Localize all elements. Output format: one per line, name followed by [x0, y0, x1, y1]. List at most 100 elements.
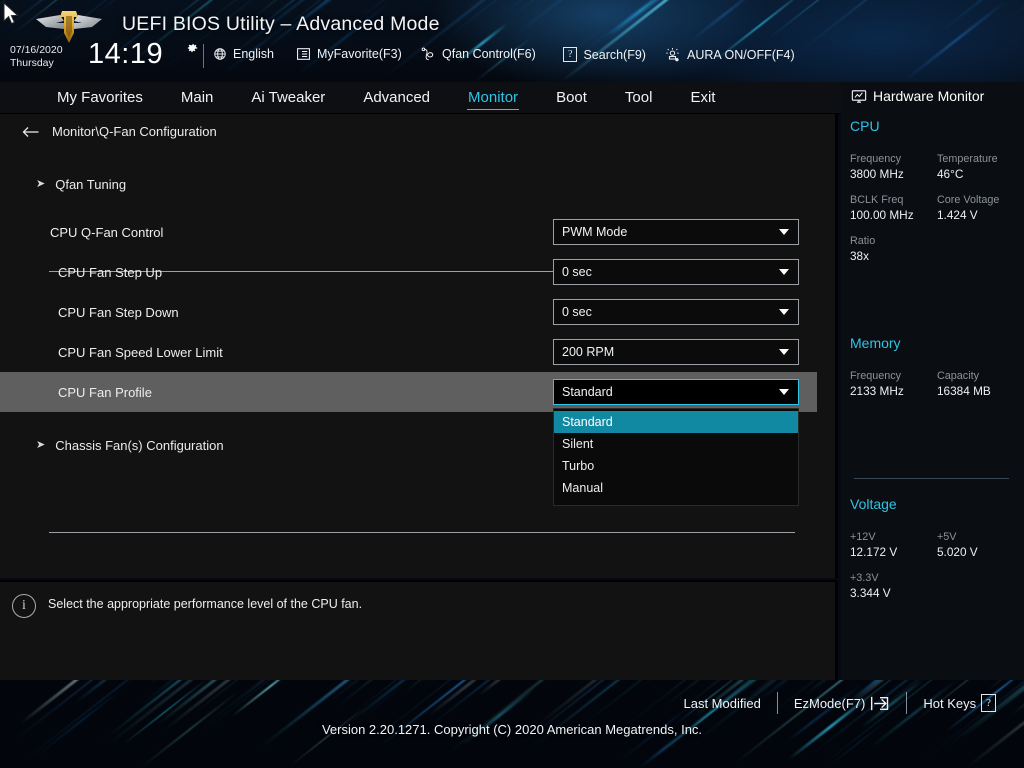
mouse-pointer: [3, 2, 19, 25]
setting-dropdown[interactable]: PWM Mode: [553, 219, 799, 245]
sidebar-title: Hardware Monitor: [873, 88, 985, 104]
header-item-label: Search(F9): [583, 47, 646, 62]
sidebar-field-key: Frequency: [850, 153, 902, 165]
footer-button-label: Hot Keys: [923, 695, 977, 711]
decor-streak: [105, 680, 337, 748]
footer-button-hot-keys[interactable]: Hot Keys?: [907, 694, 1012, 712]
dropdown-option-silent[interactable]: Silent: [554, 433, 798, 455]
sidebar-field-key: +3.3V: [850, 572, 879, 584]
sidebar-field-key: BCLK Freq: [850, 194, 904, 206]
setting-dropdown[interactable]: 0 sec: [553, 259, 799, 285]
header-item-qfan-control[interactable]: Qfan Control(F6): [420, 47, 536, 61]
sidebar-field-value: 38x: [850, 249, 870, 263]
setting-dropdown[interactable]: 200 RPM: [553, 339, 799, 365]
nav-tab-tool[interactable]: Tool: [606, 82, 672, 114]
decor-streak: [559, 0, 771, 82]
nav-tab-main[interactable]: Main: [162, 82, 233, 114]
header-item-search[interactable]: ? Search(F9): [563, 47, 646, 62]
decor-streak: [508, 0, 691, 20]
content-panel: Monitor\Q-Fan Configuration ➤ Qfan Tunin…: [0, 114, 838, 578]
nav-tab-label: Main: [180, 89, 214, 106]
nav-tab-ai-tweaker[interactable]: Ai Tweaker: [232, 82, 344, 114]
clock-display: 14:19: [88, 38, 164, 70]
decor-streak: [353, 680, 715, 715]
nav-tab-my-favorites[interactable]: My Favorites: [38, 82, 162, 114]
header-item-aura[interactable]: AURA ON/OFF(F4): [664, 47, 795, 62]
decor-streak: [608, 0, 674, 37]
gear-icon[interactable]: [185, 41, 199, 55]
sidebar-field-value: 100.00 MHz: [850, 208, 914, 222]
nav-tab-advanced[interactable]: Advanced: [344, 82, 449, 114]
dropdown-option-label: Manual: [562, 481, 603, 495]
decor-streak: [606, 0, 749, 41]
sidebar-field-key: +5V: [937, 531, 957, 543]
setting-value: Standard: [562, 385, 613, 399]
header-item-label: AURA ON/OFF(F4): [687, 47, 795, 62]
decor-streak: [168, 680, 514, 717]
sidebar-section-title: Voltage: [850, 496, 897, 512]
setting-value: 0 sec: [562, 305, 592, 319]
breadcrumb-text: Monitor\Q-Fan Configuration: [52, 124, 217, 139]
back-arrow-icon[interactable]: [22, 125, 40, 139]
chevron-right-icon: ➤: [36, 178, 46, 190]
setting-label: CPU Q-Fan Control: [50, 224, 164, 240]
nav-tab-exit[interactable]: Exit: [671, 82, 734, 114]
weekday-value: Thursday: [10, 57, 54, 69]
nav-tab-monitor[interactable]: Monitor: [449, 82, 537, 114]
fan-icon: [421, 47, 434, 61]
decor-streak: [442, 0, 686, 42]
sidebar-field-value: 16384 MB: [937, 384, 991, 398]
decor-streak: [512, 0, 716, 39]
sidebar-field-value: 1.424 V: [937, 208, 978, 222]
setting-value: PWM Mode: [562, 225, 628, 239]
decor-streak: [403, 0, 580, 10]
nav-tab-boot[interactable]: Boot: [537, 82, 606, 114]
decor-streak: [730, 680, 930, 693]
monitor-icon: [851, 89, 867, 103]
decor-streak: [986, 680, 1024, 691]
header-item-myfavorite[interactable]: MyFavorite(F3): [296, 47, 402, 61]
decor-streak: [346, 680, 632, 726]
chevron-down-icon: [779, 389, 789, 395]
submenu-qfan-tuning[interactable]: ➤ Qfan Tuning: [36, 177, 126, 192]
footer-button-last-modified[interactable]: Last Modified: [668, 696, 777, 711]
header-bar: UEFI BIOS Utility – Advanced Mode 07/16/…: [0, 0, 1024, 82]
footer-bar: Last Modified EzMode(F7) Hot Keys? Version…: [0, 680, 1024, 768]
decor-streak: [426, 680, 510, 718]
info-icon: i: [12, 594, 36, 618]
decor-streak: [153, 0, 318, 6]
nav-tab-label: Exit: [690, 89, 716, 106]
sidebar-field-value: 46°C: [937, 167, 964, 181]
nav-tabs: My Favorites Main Ai Tweaker Advanced Monito…: [38, 82, 734, 114]
dropdown-option-turbo[interactable]: Turbo: [554, 455, 798, 477]
dropdown-option-manual[interactable]: Manual: [554, 477, 798, 499]
setting-dropdown[interactable]: Standard: [553, 379, 799, 405]
decor-streak: [477, 680, 604, 696]
uefi-bios-window: UEFI BIOS Utility – Advanced Mode 07/16/…: [0, 0, 1024, 768]
question-box-icon: ?: [563, 47, 578, 62]
header-item-label: Qfan Control(F6): [442, 47, 536, 61]
help-text: Select the appropriate performance level…: [48, 597, 363, 611]
sidebar-field-key: Frequency: [850, 370, 902, 382]
submenu-chassis-fan[interactable]: ➤ Chassis Fan(s) Configuration: [36, 438, 224, 453]
dropdown-option-standard[interactable]: Standard: [554, 411, 798, 433]
sidebar-field-key: Core Voltage: [937, 194, 1000, 206]
chevron-down-icon: [779, 229, 789, 235]
footer-button-ezmode-f7-[interactable]: EzMode(F7): [778, 695, 907, 712]
sidebar-section-title: Memory: [850, 335, 901, 351]
setting-label: CPU Fan Speed Lower Limit: [58, 344, 223, 360]
header-item-language[interactable]: English: [213, 47, 274, 61]
decor-streak: [156, 680, 431, 726]
decor-streak: [493, 0, 559, 22]
setting-dropdown[interactable]: 0 sec: [553, 299, 799, 325]
decor-streak: [231, 680, 310, 716]
cpu-fan-profile-dropdown[interactable]: Standard Silent Turbo Manual: [553, 408, 799, 506]
decor-streak: [380, 0, 612, 81]
sidebar-section-memory: Memory Frequency Capacity 2133 MHz 16384 MB: [850, 335, 1015, 402]
decor-streak: [896, 0, 972, 5]
decor-streak: [404, 680, 478, 693]
breadcrumb[interactable]: Monitor\Q-Fan Configuration: [22, 124, 217, 139]
